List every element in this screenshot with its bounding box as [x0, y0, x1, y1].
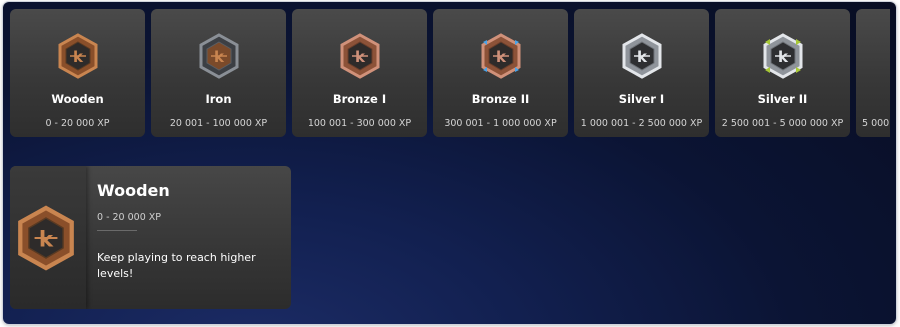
- tier-name: Iron: [205, 92, 232, 106]
- tier-card-iron[interactable]: k Iron 20 001 - 100 000 XP: [151, 9, 286, 137]
- bronze-ii-badge-icon: k: [481, 33, 521, 79]
- tier-xp-range: 0 - 20 000 XP: [45, 118, 110, 129]
- svg-text:k: k: [355, 48, 366, 66]
- svg-text:k: k: [73, 48, 84, 66]
- tier-card-wooden[interactable]: k Wooden 0 - 20 000 XP: [10, 9, 145, 137]
- detail-badge-panel: k: [10, 166, 86, 309]
- tier-name: Silver II: [757, 92, 808, 106]
- wooden-badge-icon: k: [18, 205, 74, 271]
- tier-carousel[interactable]: k Wooden 0 - 20 000 XP k Iron 20 001 - 1…: [10, 9, 890, 140]
- detail-title: Wooden: [97, 181, 170, 200]
- svg-text:k: k: [39, 228, 54, 253]
- svg-text:k: k: [637, 48, 648, 66]
- tier-xp-range: 5 000: [862, 118, 890, 129]
- silver-ii-badge-icon: k: [763, 33, 803, 79]
- tier-xp-range: 2 500 001 - 5 000 000 XP: [721, 118, 844, 129]
- tier-card-silver-i[interactable]: k Silver I 1 000 001 - 2 500 000 XP: [574, 9, 709, 137]
- tier-xp-range: 1 000 001 - 2 500 000 XP: [580, 118, 703, 129]
- svg-text:k: k: [496, 48, 507, 66]
- levels-panel: k Wooden 0 - 20 000 XP k Iron 20 001 - 1…: [3, 2, 896, 324]
- tier-name: Wooden: [51, 92, 104, 106]
- tier-card-silver-ii[interactable]: k Silver II 2 500 001 - 5 000 000 XP: [715, 9, 850, 137]
- bronze-badge-icon: k: [340, 33, 380, 79]
- divider: [97, 230, 137, 231]
- detail-xp-range: 0 - 20 000 XP: [97, 212, 162, 223]
- tier-xp-range: 20 001 - 100 000 XP: [169, 118, 268, 129]
- iron-badge-icon: k: [199, 33, 239, 79]
- tier-card-partial[interactable]: 5 000: [856, 9, 890, 137]
- wooden-badge-icon: k: [58, 33, 98, 79]
- silver-badge-icon: k: [622, 33, 662, 79]
- selected-tier-detail: k Wooden 0 - 20 000 XP Keep playing to r…: [10, 166, 291, 309]
- tier-name: Silver I: [618, 92, 665, 106]
- tier-xp-range: 100 001 - 300 000 XP: [307, 118, 412, 129]
- tier-name: Bronze I: [332, 92, 387, 106]
- svg-text:k: k: [778, 48, 789, 66]
- tier-name: Bronze II: [471, 92, 530, 106]
- tier-card-bronze-ii[interactable]: k Bronze II 300 001 - 1 000 000 XP: [433, 9, 568, 137]
- tier-card-bronze-i[interactable]: k Bronze I 100 001 - 300 000 XP: [292, 9, 427, 137]
- detail-message: Keep playing to reach higher levels!: [97, 251, 256, 280]
- svg-text:k: k: [214, 48, 225, 66]
- tier-xp-range: 300 001 - 1 000 000 XP: [444, 118, 557, 129]
